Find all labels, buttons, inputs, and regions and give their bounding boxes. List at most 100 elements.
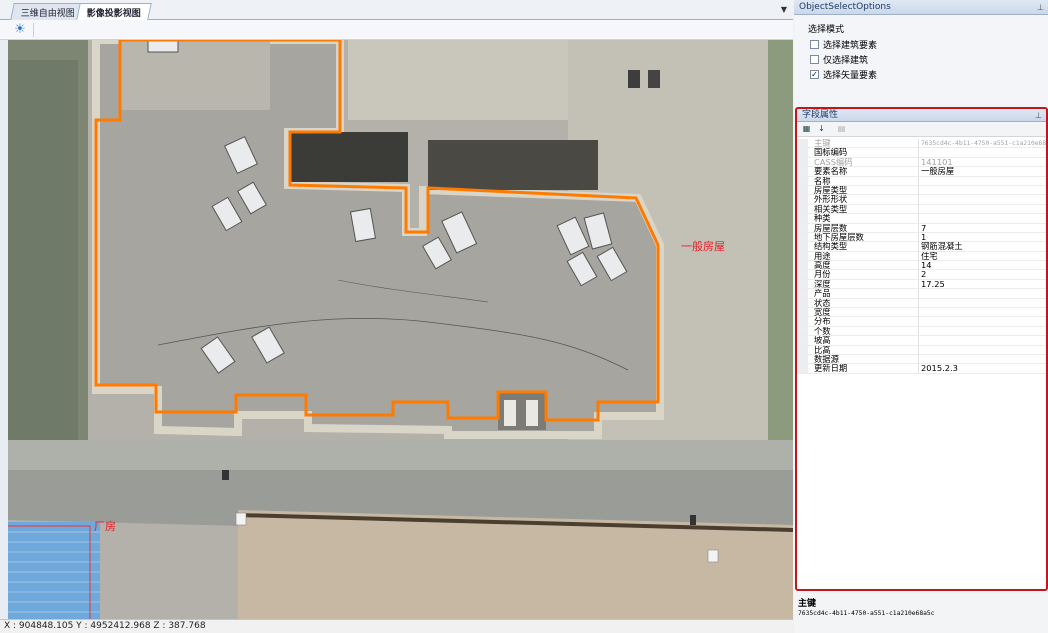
property-row[interactable]: 主键 7635cd4c-4b11-4750-a551-c1a210e68a5c: [797, 139, 1046, 149]
property-value[interactable]: 14: [918, 261, 1046, 270]
property-name: 状态: [814, 298, 831, 308]
description-title: 主键: [798, 599, 817, 609]
property-row[interactable]: 产品: [797, 289, 1046, 299]
property-value[interactable]: 住宅: [918, 251, 1046, 261]
property-name: 更新日期: [814, 364, 848, 373]
property-value[interactable]: 7635cd4c-4b11-4750-a551-c1a210e68a5c: [918, 139, 1046, 148]
property-row[interactable]: CASS编码 141101: [797, 157, 1046, 168]
checkbox-select-vector-elements[interactable]: ✓: [810, 70, 819, 79]
property-name: 宽度: [814, 308, 831, 317]
property-value[interactable]: [918, 204, 1046, 214]
description-text: 7635cd4c-4b11-4750-a551-c1a210e68a5c: [798, 610, 935, 617]
property-row[interactable]: 数据源: [797, 354, 1046, 365]
property-row[interactable]: 高度 14: [797, 261, 1046, 271]
property-row[interactable]: 坡高: [797, 336, 1046, 346]
tab-3d-free-view[interactable]: 三维自由视图: [10, 3, 86, 20]
checkbox-select-buildings-only[interactable]: [810, 55, 819, 64]
property-pages-icon[interactable]: ▤: [835, 123, 848, 135]
property-row[interactable]: 种类: [797, 214, 1046, 224]
option-label: 选择矢量要素: [823, 71, 878, 81]
property-row[interactable]: 结构类型 钢筋混凝土: [797, 242, 1046, 252]
property-value[interactable]: 1: [918, 232, 1046, 242]
pin-icon[interactable]: ⊥: [1037, 1, 1044, 15]
selection-mode-label: 选择模式: [808, 25, 845, 35]
view-tab-strip: 三维自由视图 影像投影视图 ▼: [0, 0, 793, 20]
property-row[interactable]: 要素名称 一般房屋: [797, 167, 1046, 177]
property-value[interactable]: 一般房屋: [918, 167, 1046, 176]
property-row[interactable]: 状态: [797, 298, 1046, 309]
property-value[interactable]: 141101: [918, 157, 1046, 167]
map-pane: 三维自由视图 影像投影视图 ▼ ☀ 一般房屋 厂房 X: 904848.105…: [0, 0, 793, 633]
property-row[interactable]: 深度 17.25: [797, 279, 1046, 290]
property-value[interactable]: [918, 317, 1046, 326]
properties-grid: 主键 7635cd4c-4b11-4750-a551-c1a210e68a5c 国…: [797, 139, 1046, 374]
property-name: 主键: [814, 139, 831, 148]
property-value[interactable]: [918, 336, 1046, 345]
panel-title-text: ObjectSelectOptions: [799, 2, 891, 12]
property-name: 比高: [814, 345, 831, 354]
property-row[interactable]: 用途 住宅: [797, 251, 1046, 262]
right-panel: ObjectSelectOptions ⊥ 选择模式 选择建筑要素 仅选择建筑 …: [794, 0, 1048, 633]
property-row[interactable]: 宽度: [797, 308, 1046, 318]
property-row[interactable]: 比高: [797, 345, 1046, 355]
map-toolbar: ☀: [0, 20, 793, 40]
option-select-vector-elements[interactable]: ✓ 选择矢量要素: [810, 68, 877, 81]
option-select-buildings-only[interactable]: 仅选择建筑: [810, 53, 868, 66]
property-row[interactable]: 相关类型: [797, 204, 1046, 215]
field-properties-title: 字段属性 ⊥: [797, 109, 1046, 122]
property-value[interactable]: 7: [918, 223, 1046, 232]
property-value[interactable]: 钢筋混凝土: [918, 242, 1046, 251]
checkbox-select-building-elements[interactable]: [810, 40, 819, 49]
property-name: 产品: [814, 289, 831, 298]
app-window: 三维自由视图 影像投影视图 ▼ ☀ 一般房屋 厂房 X: 904848.105…: [0, 0, 1048, 633]
property-value[interactable]: [918, 185, 1046, 195]
property-value[interactable]: [918, 176, 1046, 185]
field-properties-panel: 字段属性 ⊥ ▦ ↓ ▤ 主键 7635cd4c-4b11-4750-a551-c…: [795, 107, 1048, 591]
property-row[interactable]: 国标编码: [797, 148, 1046, 158]
property-name: 深度: [814, 279, 831, 289]
property-row[interactable]: 房屋类型: [797, 185, 1046, 196]
property-name: 房屋类型: [814, 185, 848, 195]
property-name: 外形形状: [814, 195, 848, 204]
property-value[interactable]: [918, 148, 1046, 157]
property-row[interactable]: 分布: [797, 317, 1046, 327]
aerial-map-canvas[interactable]: 一般房屋 厂房: [8, 40, 793, 619]
property-value[interactable]: [918, 195, 1046, 204]
property-value[interactable]: [918, 326, 1046, 336]
property-value[interactable]: 2015.2.3: [918, 364, 1046, 373]
panel-title-text: 字段属性: [802, 110, 839, 120]
property-value[interactable]: [918, 214, 1046, 223]
property-row[interactable]: 月份 2: [797, 270, 1046, 280]
property-row[interactable]: 房屋层数 7: [797, 223, 1046, 233]
property-value[interactable]: [918, 345, 1046, 354]
property-name: 用途: [814, 251, 831, 261]
property-row[interactable]: 更新日期 2015.2.3: [797, 364, 1046, 374]
property-value[interactable]: [918, 289, 1046, 298]
property-name: 相关类型: [814, 204, 848, 214]
property-name: 高度: [814, 261, 831, 270]
property-row[interactable]: 外形形状: [797, 195, 1046, 205]
pin-icon[interactable]: ⊥: [1035, 110, 1042, 122]
option-label: 选择建筑要素: [823, 41, 878, 51]
property-name: 数据源: [814, 354, 839, 364]
option-select-building-elements[interactable]: 选择建筑要素: [810, 38, 877, 51]
property-value[interactable]: 2: [918, 270, 1046, 279]
alphabetical-sort-icon[interactable]: ↓: [815, 123, 828, 135]
property-description-area: 主键 7635cd4c-4b11-4750-a551-c1a210e68a5c: [794, 593, 1048, 633]
property-value[interactable]: [918, 308, 1046, 317]
tab-dropdown-icon[interactable]: ▼: [781, 5, 787, 14]
property-name: 种类: [814, 214, 831, 223]
sun-icon[interactable]: ☀: [12, 22, 28, 38]
property-value[interactable]: 17.25: [918, 279, 1046, 289]
categorized-sort-icon[interactable]: ▦: [800, 123, 813, 135]
property-name: 个数: [814, 326, 831, 336]
tab-image-projection-view[interactable]: 影像投影视图: [76, 3, 152, 20]
property-row[interactable]: 名称: [797, 176, 1046, 186]
property-name: CASS编码: [814, 157, 853, 167]
property-row[interactable]: 地下房屋层数 1: [797, 232, 1046, 243]
property-value[interactable]: [918, 298, 1046, 308]
object-select-options-title: ObjectSelectOptions ⊥: [794, 0, 1048, 15]
property-value[interactable]: [918, 354, 1046, 364]
property-row[interactable]: 个数: [797, 326, 1046, 337]
property-name: 月份: [814, 270, 831, 279]
